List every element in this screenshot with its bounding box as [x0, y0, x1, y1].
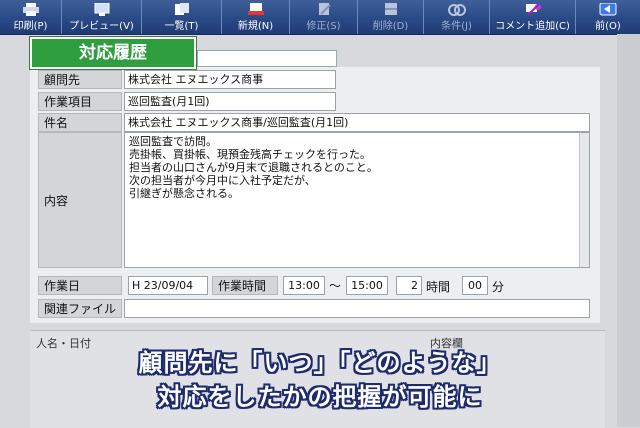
edit-button[interactable]: 修正(S): [290, 0, 358, 34]
print-button[interactable]: 印刷(P): [0, 0, 62, 34]
start-time-field[interactable]: 13:00: [283, 276, 325, 295]
client-field[interactable]: 株式会社 エヌエックス商事: [124, 70, 336, 89]
content-line: 売掛帳、買掛帳、現預金残高チェックを行った。: [129, 148, 371, 161]
caption-line-2: 対応をしたかの把握が可能に: [157, 383, 483, 411]
content-line: 巡回監査で訪問。: [129, 135, 217, 148]
filter-icon: [447, 4, 466, 16]
work-item-field[interactable]: 巡回監査(月1回): [124, 92, 336, 111]
client-label: 顧問先: [38, 70, 122, 89]
content-line: 担当者の山口さんが9月末で退職されるとのこと。: [129, 161, 378, 174]
related-file-field[interactable]: [124, 299, 590, 318]
hours-field[interactable]: 2: [396, 276, 422, 295]
list-icon: [174, 3, 189, 15]
work-date-field[interactable]: H 23/09/04: [128, 276, 208, 295]
toolbar: 印刷(P) プレビュー(V) 一覧(T) 新規(N) 修正(S) 削除(D) 条…: [0, 0, 640, 35]
content-line: 次の担当者が今月中に入社予定だが、: [129, 174, 316, 187]
add-comment-button[interactable]: コメント追加(C): [490, 0, 576, 34]
filter-button[interactable]: 条件(J): [424, 0, 490, 34]
list-button[interactable]: 一覧(T): [142, 0, 222, 34]
minutes-unit: 分: [492, 280, 505, 294]
subject-label: 件名: [38, 113, 122, 132]
hours-unit: 時間: [426, 280, 451, 294]
time-range-separator: 〜: [329, 279, 342, 293]
preview-button[interactable]: プレビュー(V): [62, 0, 142, 34]
comment-icon: [525, 3, 541, 16]
delete-button[interactable]: 削除(D): [358, 0, 424, 34]
end-time-field[interactable]: 15:00: [346, 276, 388, 295]
new-button[interactable]: 新規(N): [222, 0, 290, 34]
work-item-label: 作業項目: [38, 92, 122, 111]
edit-icon: [318, 3, 331, 15]
work-time-label: 作業時間: [212, 276, 278, 295]
delete-icon: [384, 3, 397, 15]
monitor-icon: [94, 3, 109, 16]
related-file-label: 関連ファイル: [38, 299, 122, 318]
subject-field[interactable]: 株式会社 エヌエックス商事/巡回監査(月1回): [124, 113, 590, 132]
back-arrow-icon: [599, 3, 617, 16]
page-title: 対応履歴: [30, 37, 196, 69]
new-record-icon: [247, 3, 264, 15]
content-line: 引継ぎが懸念される。: [129, 187, 239, 200]
minutes-field[interactable]: 00: [462, 276, 488, 295]
previous-button[interactable]: 前(O): [576, 0, 640, 34]
content-label: 内容: [38, 132, 122, 268]
printer-icon: [22, 3, 39, 16]
content-textarea[interactable]: 巡回監査で訪問。 売掛帳、買掛帳、現預金残高チェックを行った。 担当者の山口さん…: [124, 132, 590, 268]
title-side-field: [197, 50, 337, 67]
caption-line-1: 顧問先に「いつ」「どのような」: [138, 349, 502, 377]
content-scrollbar[interactable]: [579, 133, 589, 267]
work-date-label: 作業日: [38, 276, 122, 295]
